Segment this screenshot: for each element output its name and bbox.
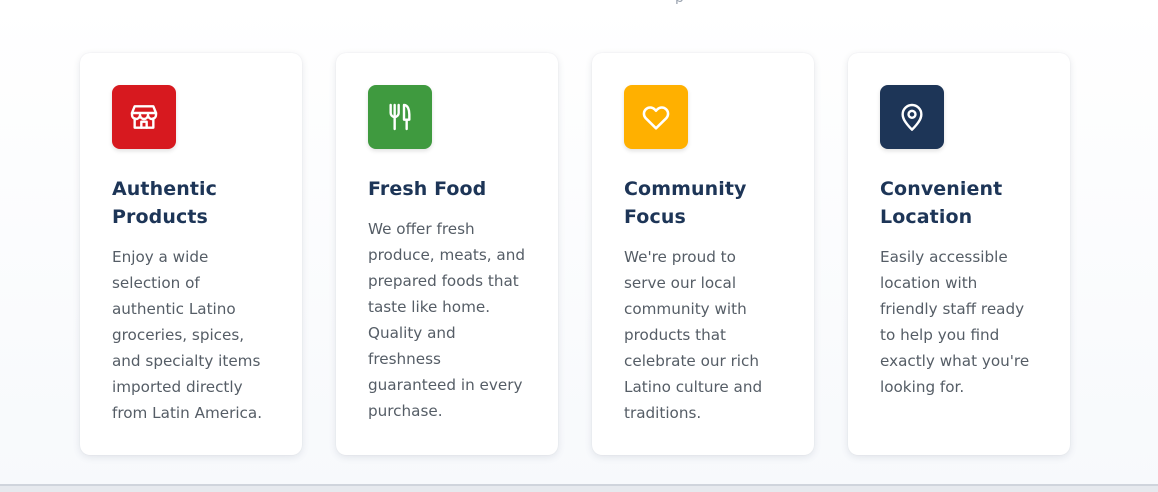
feature-title: Fresh Food	[368, 178, 487, 200]
feature-description: Easily accessible location with friendly…	[880, 248, 1030, 396]
feature-icon-tile	[880, 85, 944, 149]
feature-card-authentic-products: Authentic Products Enjoy a wide selectio…	[80, 53, 302, 455]
feature-icon-tile	[368, 85, 432, 149]
heart-icon	[642, 106, 670, 130]
utensils-icon	[389, 103, 411, 131]
clipped-heading-fragment: p	[675, 0, 695, 4]
feature-icon-tile	[112, 85, 176, 149]
feature-title: Convenient Location	[880, 178, 1003, 228]
store-icon	[130, 105, 158, 129]
map-pin-icon	[901, 103, 923, 131]
feature-title: Authentic Products	[112, 178, 218, 228]
feature-icon-tile	[624, 85, 688, 149]
feature-description: We're proud to serve our local community…	[624, 248, 763, 422]
feature-card-fresh-food: Fresh Food We offer fresh produce, meats…	[336, 53, 558, 455]
page-bottom-edge	[0, 484, 1158, 492]
features-section: Authentic Products Enjoy a wide selectio…	[80, 53, 1070, 455]
feature-card-community-focus: Community Focus We're proud to serve our…	[592, 53, 814, 455]
feature-description: Enjoy a wide selection of authentic Lati…	[112, 248, 263, 422]
feature-card-convenient-location: Convenient Location Easily accessible lo…	[848, 53, 1070, 455]
feature-title: Community Focus	[624, 178, 747, 228]
feature-description: We offer fresh produce, meats, and prepa…	[368, 220, 525, 420]
